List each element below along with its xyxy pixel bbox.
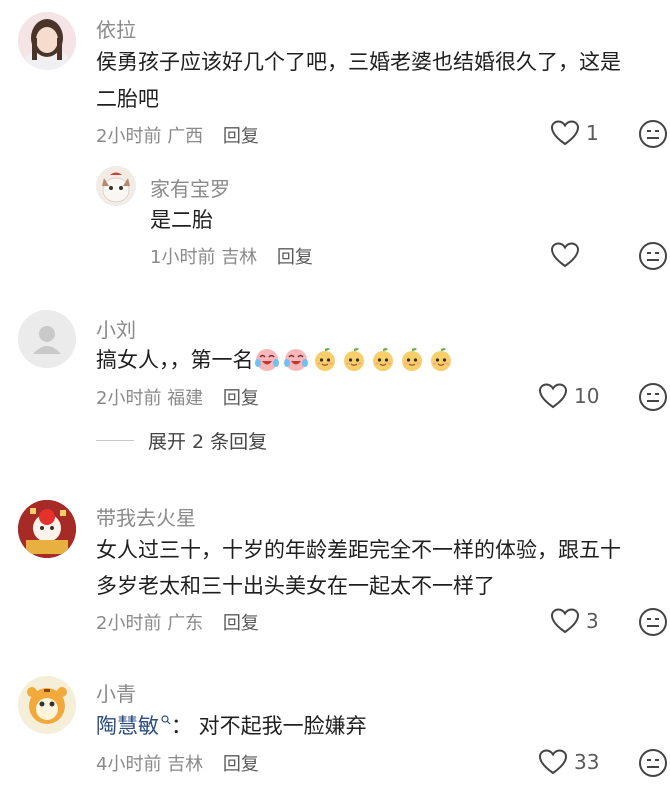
dislike-button[interactable]: [638, 748, 668, 778]
reply-button[interactable]: 回复: [223, 754, 259, 775]
comment-meta: 2小时前 广西 回复: [96, 122, 259, 148]
comment-item: 依拉 侯勇孩子应该好几个了吧，三婚老婆也结婚很久了，这是 二胎吧 2小时前 广西…: [0, 0, 670, 300]
dislike-button[interactable]: [638, 607, 668, 637]
comment-location: 吉林: [167, 754, 204, 775]
reply-location: 吉林: [221, 247, 258, 268]
peach-face-icon: [372, 348, 393, 371]
comment-item: 小刘 搞女人，，第一名 2小时前 福建 回复 10 展开 2 条回复: [0, 300, 670, 480]
peach-face-icon: [401, 348, 422, 371]
like-count: 1: [586, 121, 599, 145]
crying-laughing-icon: [254, 349, 279, 371]
like-button[interactable]: 3: [550, 606, 599, 636]
reply-button[interactable]: 回复: [223, 126, 259, 147]
comment-username[interactable]: 小刘: [96, 314, 136, 343]
comment-item: 小青 陶慧敏 ： 对不起我一脸嫌弃 4小时前 吉林 回复 33: [0, 664, 670, 794]
heart-icon: [550, 608, 580, 634]
reply-button[interactable]: 回复: [223, 388, 259, 409]
divider: [96, 440, 134, 441]
comment-text: 二胎吧: [96, 87, 159, 111]
comment-text: 搞女人，，第一名: [96, 342, 457, 378]
avatar[interactable]: [18, 500, 76, 558]
comment-time: 2小时前: [96, 126, 162, 147]
mention-link[interactable]: 陶慧敏: [96, 714, 159, 738]
comment-meta: 2小时前 广东 回复: [96, 609, 259, 635]
comment-username[interactable]: 依拉: [96, 14, 136, 43]
dislike-button[interactable]: [638, 241, 668, 271]
comment-text: 陶慧敏 ： 对不起我一脸嫌弃: [96, 708, 367, 744]
peach-face-icon: [314, 348, 335, 371]
peach-face-icon: [343, 348, 364, 371]
heart-icon: [550, 242, 580, 268]
comment-location: 福建: [167, 388, 204, 409]
comment-time: 2小时前: [96, 388, 162, 409]
avatar[interactable]: [96, 166, 136, 206]
meh-face-icon: [639, 120, 667, 148]
heart-icon: [550, 120, 580, 146]
dislike-button[interactable]: [638, 119, 668, 149]
reply-time: 1小时前: [150, 247, 216, 268]
avatar[interactable]: [18, 12, 76, 70]
comment-meta: 2小时前 福建 回复: [96, 384, 259, 410]
emoji-row: [254, 348, 457, 372]
comment-item: 带我去火星 女人过三十，十岁的年龄差距完全不一样的体验，跟五十 多岁老太和三十出…: [0, 488, 670, 658]
like-count: 33: [574, 750, 600, 774]
meh-face-icon: [639, 242, 667, 270]
reply-username[interactable]: 家有宝罗: [150, 173, 230, 202]
avatar[interactable]: [18, 676, 76, 734]
like-button[interactable]: [550, 240, 580, 270]
meh-face-icon: [639, 608, 667, 636]
comment-text: 多岁老太和三十出头美女在一起太不一样了: [96, 574, 495, 598]
comment-text-body: ： 对不起我一脸嫌弃: [171, 714, 367, 738]
heart-icon: [538, 383, 568, 409]
search-icon: [161, 715, 171, 725]
like-count: 3: [586, 609, 599, 633]
comment-text-body: 搞女人，，第一名: [96, 348, 254, 372]
like-button[interactable]: 10: [538, 381, 599, 411]
comment-username[interactable]: 小青: [96, 678, 136, 707]
comment-time: 2小时前: [96, 613, 162, 634]
reply-text: 是二胎: [150, 208, 213, 232]
comment-username[interactable]: 带我去火星: [96, 502, 196, 531]
avatar[interactable]: [18, 310, 76, 368]
like-button[interactable]: 1: [550, 118, 599, 148]
comment-time: 4小时前: [96, 754, 162, 775]
heart-icon: [538, 749, 568, 775]
crying-laughing-icon: [283, 349, 308, 371]
reply-button[interactable]: 回复: [223, 613, 259, 634]
like-count: 10: [574, 384, 600, 408]
meh-face-icon: [639, 749, 667, 777]
default-user-icon: [18, 310, 76, 368]
dislike-button[interactable]: [638, 382, 668, 412]
like-button[interactable]: 33: [538, 747, 599, 777]
meh-face-icon: [639, 383, 667, 411]
expand-replies-label: 展开 2 条回复: [148, 431, 268, 453]
comment-text: 侯勇孩子应该好几个了吧，三婚老婆也结婚很久了，这是: [96, 50, 621, 74]
comment-meta: 4小时前 吉林 回复: [96, 750, 259, 776]
comment-text: 女人过三十，十岁的年龄差距完全不一样的体验，跟五十: [96, 538, 621, 562]
peach-face-icon: [430, 348, 451, 371]
comment-location: 广东: [167, 613, 204, 634]
reply-button[interactable]: 回复: [277, 247, 313, 268]
expand-replies-button[interactable]: 展开 2 条回复: [96, 427, 267, 454]
reply-meta: 1小时前 吉林 回复: [150, 243, 313, 269]
comment-location: 广西: [167, 126, 204, 147]
